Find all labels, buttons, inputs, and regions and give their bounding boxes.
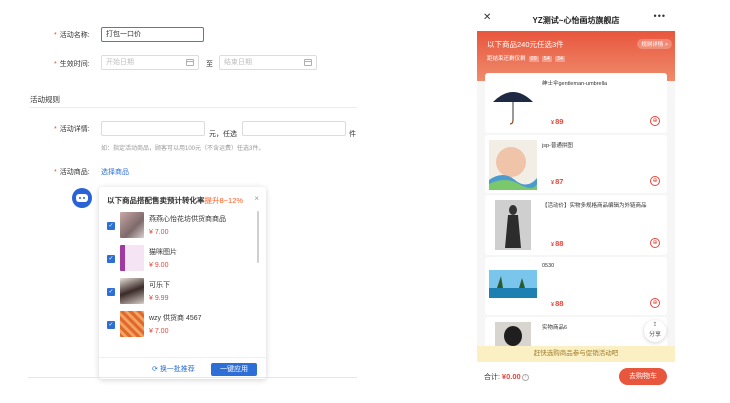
refresh-recommendations-button[interactable]: ⟳ 换一批推荐 <box>152 364 195 374</box>
recommended-item[interactable]: ✓ wzy 供货商 4567 ¥ 7.00 <box>107 311 257 343</box>
add-to-cart-icon[interactable]: ⊕ <box>650 116 660 126</box>
effective-time-label: * 生效时间: <box>54 61 90 68</box>
activity-form: * 活动名称: 打包一口价 * 生效时间: 开始日期 至 结束日期 活动规则 * 活动… <box>0 0 365 403</box>
calendar-icon <box>304 59 312 66</box>
product-name: jsp-普通拼图 <box>542 143 573 149</box>
product-thumbnail <box>120 278 144 304</box>
banner-title: 以下商品240元任选3件 <box>487 40 564 49</box>
checkbox[interactable]: ✓ <box>107 288 115 296</box>
mobile-preview: ✕ YZ测试~心怡画坊旗舰店 ••• 以下商品240元任选3件 规则详情 > 距… <box>477 9 675 391</box>
pieces-text: 件 <box>349 131 356 138</box>
quantity-input[interactable] <box>242 121 346 136</box>
share-icon: ⇪ <box>652 322 658 328</box>
add-to-cart-icon[interactable]: ⊕ <box>650 298 660 308</box>
product-thumbnail <box>120 311 144 337</box>
activity-name-input[interactable]: 打包一口价 <box>101 27 204 42</box>
yuan-pick-text: 元，任选 <box>209 131 237 138</box>
apply-all-button[interactable]: 一键应用 <box>211 363 257 376</box>
rules-section-title: 活动规则 <box>30 95 60 104</box>
product-price: ¥ 7.00 <box>149 328 169 335</box>
product-name: 猫咪图片 <box>149 249 177 256</box>
product-name: 实物商品6 <box>542 325 568 331</box>
product-thumbnail <box>120 245 144 271</box>
checkbox[interactable]: ✓ <box>107 222 115 230</box>
divider <box>28 377 357 378</box>
product-price: ¥ 7.00 <box>149 229 169 236</box>
product-price: ¥ 9.99 <box>149 295 169 302</box>
add-to-cart-icon[interactable]: ⊕ <box>650 176 660 186</box>
calendar-icon <box>186 59 194 66</box>
shop-title: YZ测试~心怡画坊旗舰店 <box>532 16 620 25</box>
select-goods-link[interactable]: 选择商品 <box>101 167 129 177</box>
activity-name-label: * 活动名称: <box>54 32 90 39</box>
product-name: 0530 <box>542 263 555 269</box>
product-price: ¥87 <box>551 177 564 186</box>
more-icon[interactable]: ••• <box>654 11 666 21</box>
activity-goods-label: * 活动商品: <box>54 169 90 176</box>
date-range-separator: 至 <box>206 61 213 68</box>
end-date-input[interactable]: 结束日期 <box>219 55 317 70</box>
recommendation-popup: 以下商品搭配售卖预计转化率提升8~12% × ✓ 燕燕心怡花坊供货商商品 ¥ 7… <box>99 187 266 379</box>
product-price: ¥88 <box>551 239 564 248</box>
popup-scrollbar[interactable] <box>257 211 259 263</box>
popup-footer: ⟳ 换一批推荐 一键应用 <box>99 357 266 379</box>
product-card[interactable]: 0530 ¥88 ⊕ <box>485 257 667 315</box>
rule-details-button[interactable]: 规则详情 > <box>637 39 672 49</box>
recommended-item[interactable]: ✓ 燕燕心怡花坊供货商商品 ¥ 7.00 <box>107 212 257 244</box>
add-to-cart-icon[interactable]: ⊕ <box>650 238 660 248</box>
cart-footer: 合计: ¥0.00 i 去购物车 <box>477 362 675 391</box>
product-name: 燕燕心怡花坊供货商商品 <box>149 216 226 223</box>
product-name: 可乐下 <box>149 282 170 289</box>
product-card[interactable]: 【活动价】实物多规格商品编辑为外链商品 ¥88 ⊕ <box>485 195 667 255</box>
promo-tip-bar: 赶快选购商品参与促销活动吧 <box>477 346 675 362</box>
price-input[interactable] <box>101 121 205 136</box>
refresh-icon: ⟳ <box>152 366 160 373</box>
recommended-item[interactable]: ✓ 猫咪图片 ¥ 9.00 <box>107 245 257 277</box>
info-icon[interactable]: i <box>521 373 529 381</box>
product-thumbnail <box>120 212 144 238</box>
robot-assistant-icon[interactable] <box>72 188 92 208</box>
close-icon[interactable]: × <box>254 194 259 203</box>
product-price: ¥ 9.00 <box>149 262 169 269</box>
start-date-input[interactable]: 开始日期 <box>101 55 199 70</box>
popup-title: 以下商品搭配售卖预计转化率提升8~12% <box>107 196 244 205</box>
product-name: wzy 供货商 4567 <box>149 315 202 322</box>
product-name: 【活动价】实物多规格商品编辑为外链商品 <box>542 203 647 209</box>
go-to-cart-button[interactable]: 去购物车 <box>619 368 667 385</box>
product-thumbnail <box>495 200 531 250</box>
product-price: ¥88 <box>551 299 564 308</box>
total-price: 合计: ¥0.00 i <box>484 372 529 382</box>
detail-hint: 如：指定活动商品，顾客可以用100元（不含运费）任选3件。 <box>101 146 265 152</box>
product-card[interactable]: jsp-普通拼图 ¥87 ⊕ <box>485 135 667 193</box>
product-name: 绅士伞gentleman-umbrella <box>542 81 608 87</box>
checkbox[interactable]: ✓ <box>107 321 115 329</box>
product-thumbnail <box>493 92 533 125</box>
checkbox[interactable]: ✓ <box>107 255 115 263</box>
recommended-item[interactable]: ✓ 可乐下 ¥ 9.99 <box>107 278 257 310</box>
product-thumbnail <box>489 270 537 298</box>
product-thumbnail <box>489 140 537 190</box>
product-card[interactable]: 绅士伞gentleman-umbrella ¥89 ⊕ <box>485 73 667 133</box>
divider <box>30 107 357 108</box>
activity-detail-label: * 活动详情: <box>54 126 90 133</box>
mobile-topbar: ✕ YZ测试~心怡画坊旗舰店 ••• <box>477 9 675 31</box>
countdown: 距结束还剩仅剩 09 54 34 <box>487 56 565 62</box>
product-price: ¥89 <box>551 117 564 126</box>
share-button[interactable]: ⇪ 分享 <box>644 320 666 342</box>
